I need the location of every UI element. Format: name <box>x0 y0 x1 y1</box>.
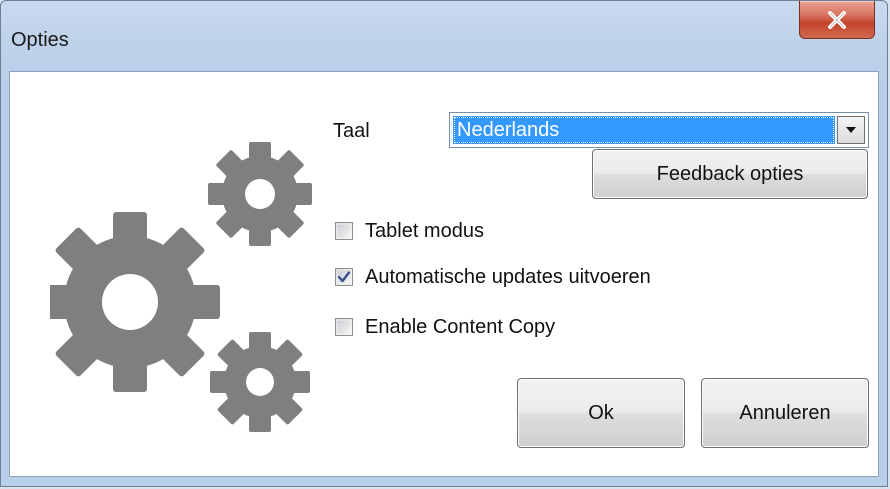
window-title: Opties <box>11 29 69 51</box>
dropdown-button[interactable] <box>837 116 865 144</box>
tablet-mode-label[interactable]: Tablet modus <box>365 220 484 243</box>
options-dialog: Opties Taal Nederlands Feedback opties T… <box>0 0 888 487</box>
title-bar[interactable]: Opties <box>1 1 887 71</box>
content-copy-label[interactable]: Enable Content Copy <box>365 316 555 339</box>
chevron-down-icon <box>846 127 856 133</box>
feedback-options-button[interactable]: Feedback opties <box>592 149 868 199</box>
tablet-mode-option[interactable]: Tablet modus <box>335 219 484 243</box>
gears-icon <box>50 142 312 432</box>
auto-updates-checkbox[interactable] <box>335 268 353 286</box>
dialog-content: Taal Nederlands Feedback opties Tablet m… <box>9 71 879 477</box>
language-label: Taal <box>333 120 370 142</box>
auto-updates-option[interactable]: Automatische updates uitvoeren <box>335 265 651 289</box>
close-x-icon <box>828 10 846 29</box>
auto-updates-label[interactable]: Automatische updates uitvoeren <box>365 266 651 289</box>
cancel-button[interactable]: Annuleren <box>701 378 869 448</box>
checkmark-icon <box>337 271 351 283</box>
language-select[interactable]: Nederlands <box>449 112 869 148</box>
close-button[interactable] <box>799 1 875 39</box>
content-copy-checkbox[interactable] <box>335 318 353 336</box>
language-select-value[interactable]: Nederlands <box>453 116 835 144</box>
tablet-mode-checkbox[interactable] <box>335 222 353 240</box>
content-copy-option[interactable]: Enable Content Copy <box>335 315 555 339</box>
ok-button[interactable]: Ok <box>517 378 685 448</box>
